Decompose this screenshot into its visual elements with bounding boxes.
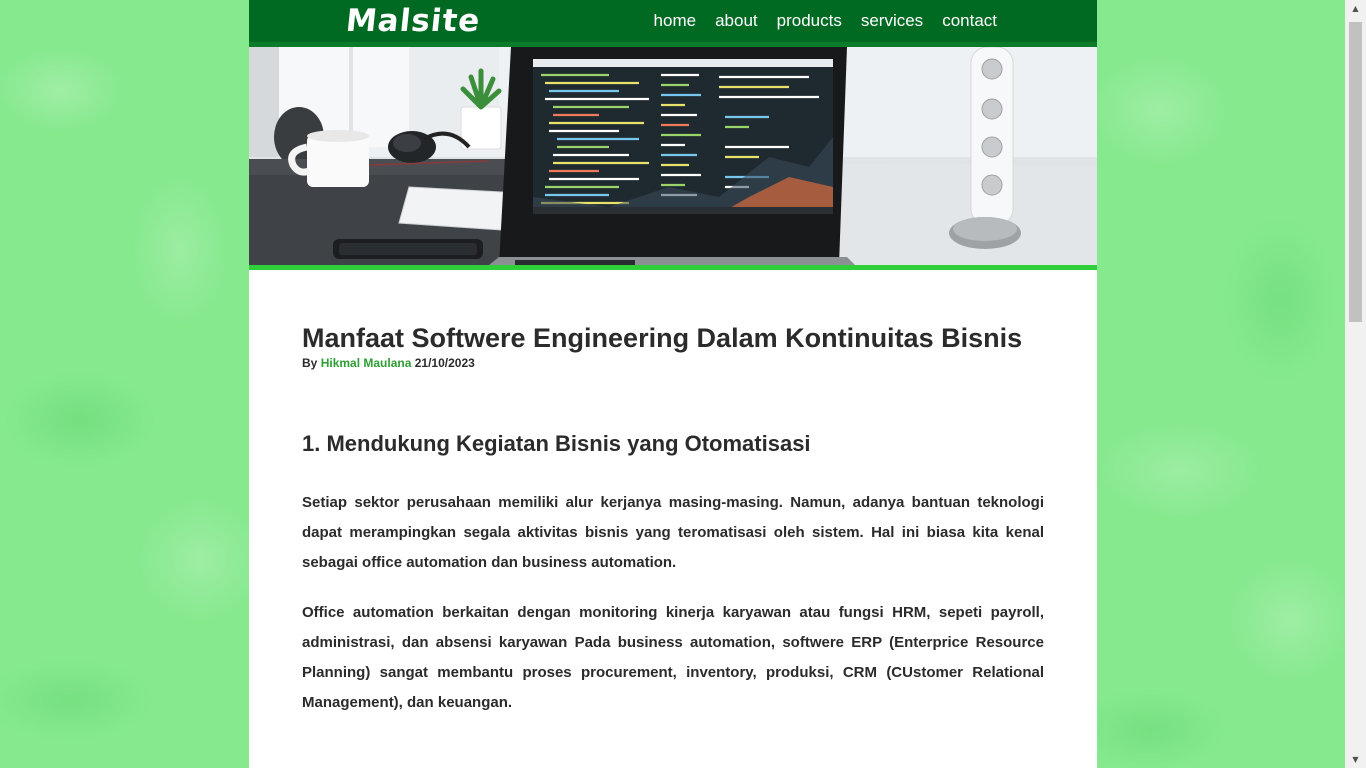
article: Manfaat Softwere Engineering Dalam Konti… [249, 270, 1097, 718]
nav-menu: home about products services contact [654, 0, 997, 42]
arrow-up-icon[interactable]: ▲ [1345, 0, 1366, 17]
paragraph: Office automation berkaitan dengan monit… [302, 604, 1044, 711]
arrow-down-icon[interactable]: ▼ [1345, 751, 1366, 768]
post-title: Manfaat Softwere Engineering Dalam Konti… [302, 323, 1023, 353]
nav-item-contact: contact [942, 11, 997, 31]
nav-link-about[interactable]: about [715, 11, 758, 30]
page-scrollbar[interactable]: ▲ ▼ [1345, 0, 1366, 768]
nav-link-services[interactable]: services [861, 11, 923, 30]
scrollbar-thumb[interactable] [1349, 22, 1362, 322]
nav-link-products[interactable]: products [777, 11, 842, 30]
post-meta: By Hikmal Maulana 21/10/2023 [302, 356, 1044, 370]
hero-illustration [249, 47, 1097, 265]
by-label: By [302, 356, 318, 370]
paragraph: Setiap sektor perusahaan memiliki alur k… [302, 494, 1044, 571]
site-container: Malsite home about products services con… [249, 0, 1097, 768]
post-date: 21/10/2023 [414, 356, 475, 370]
site-logo[interactable]: Malsite [344, 0, 483, 42]
nav-item-products: products [777, 11, 842, 31]
nav-item-about: about [715, 11, 758, 31]
hero-image [249, 47, 1097, 270]
author-link[interactable]: Hikmal Maulana [321, 356, 412, 370]
nav-item-services: services [861, 11, 923, 31]
nav-item-home: home [654, 11, 697, 31]
section-heading: 1. Mendukung Kegiatan Bisnis yang Otomat… [302, 431, 811, 456]
nav-link-home[interactable]: home [654, 11, 697, 30]
nav-link-contact[interactable]: contact [942, 11, 997, 30]
navbar: Malsite home about products services con… [249, 0, 1097, 47]
